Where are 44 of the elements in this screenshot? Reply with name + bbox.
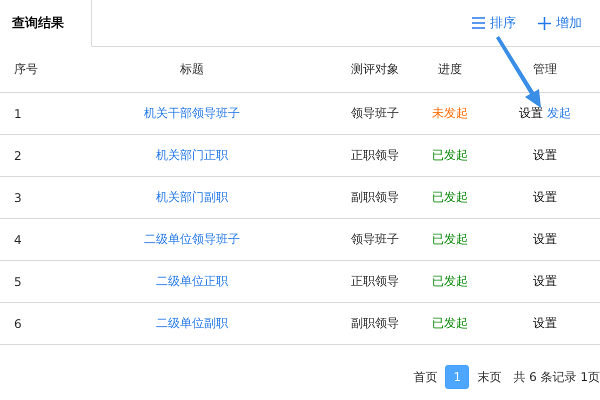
title-link[interactable]: 机关部门正职 [44, 147, 340, 164]
settings-link[interactable]: 设置 [533, 189, 557, 206]
column-header: 进度 [437, 61, 463, 78]
settings-link[interactable]: 设置 [533, 315, 557, 332]
table-cell-text: 5 [13, 274, 23, 288]
last-page-link[interactable]: 末页 [477, 368, 502, 386]
title-link[interactable]: 二级单位正职 [44, 273, 340, 290]
table-cell-text: 领导班子 [350, 105, 400, 122]
settings-link[interactable]: 设置 [533, 147, 557, 164]
status-label: 已发起 [431, 273, 469, 290]
title-link[interactable]: 二级单位领导班子 [44, 231, 340, 248]
table-cell-text: 领导班子 [350, 231, 400, 248]
status-label: 已发起 [431, 189, 469, 206]
title-link[interactable]: 二级单位副职 [44, 315, 340, 332]
table-cell-text: 正职领导 [350, 147, 400, 164]
status-label: 已发起 [431, 231, 469, 248]
column-header: 标题 [179, 61, 205, 78]
settings-link[interactable]: 设置 [533, 231, 557, 248]
column-header: 序号 [13, 61, 39, 78]
title-link[interactable]: 机关部门副职 [44, 189, 340, 206]
table-cell-text: 1 [13, 106, 23, 120]
table-cell-text: 正职领导 [350, 273, 400, 290]
status-label: 已发起 [431, 147, 469, 164]
status-label: 未发起 [431, 105, 469, 122]
table-cell-text: 副职领导 [350, 189, 400, 206]
settings-link[interactable]: 设置 [533, 273, 557, 290]
table-cell-text: 4 [13, 232, 23, 246]
add-button[interactable]: 增加 [538, 14, 582, 32]
sort-button[interactable]: 排序 [472, 14, 516, 32]
column-header: 管理 [532, 61, 558, 78]
column-header: 测评对象 [350, 61, 400, 78]
table-cell-text: 2 [13, 148, 23, 162]
plus-icon [538, 16, 551, 30]
table-cell-text: 3 [13, 190, 23, 204]
menu-icon [472, 17, 485, 29]
status-label: 已发起 [431, 315, 469, 332]
title-link[interactable]: 机关干部领导班子 [44, 105, 340, 122]
record-summary: 共 6 条记录 1页 [513, 368, 600, 386]
settings-link[interactable]: 设置 [519, 105, 543, 122]
first-page-link[interactable]: 首页 [413, 368, 438, 386]
page-button[interactable]: 1 [445, 365, 470, 389]
launch-link[interactable]: 发起 [547, 105, 571, 122]
table-cell-text: 6 [13, 316, 23, 330]
table-cell-text: 副职领导 [350, 315, 400, 332]
